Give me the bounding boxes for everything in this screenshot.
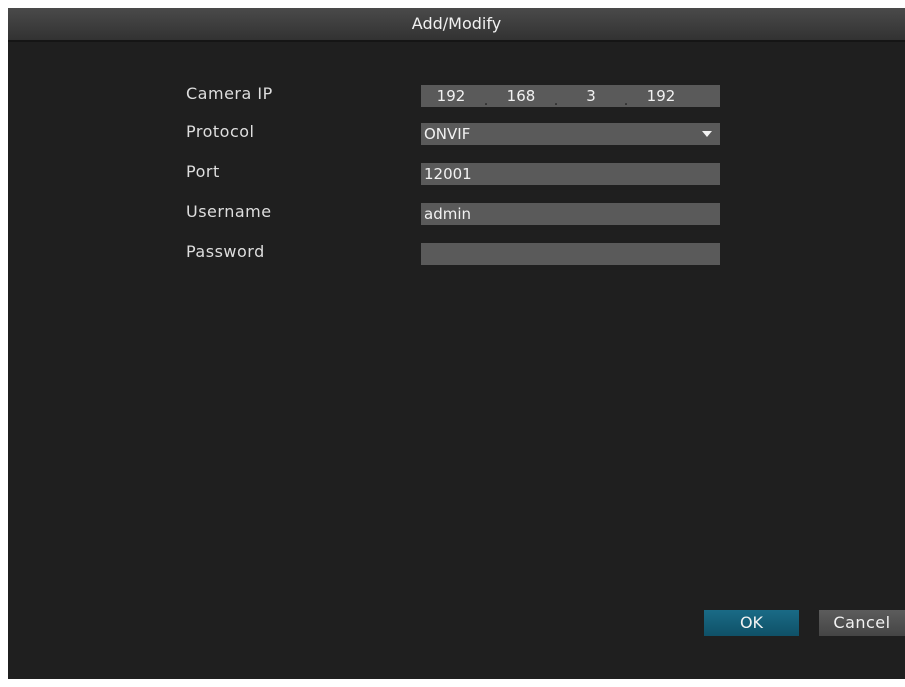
dialog-title: Add/Modify bbox=[8, 8, 905, 42]
password-label: Password bbox=[186, 242, 265, 261]
password-input[interactable] bbox=[421, 243, 720, 265]
chevron-down-icon[interactable] bbox=[698, 123, 716, 145]
protocol-value: ONVIF bbox=[424, 125, 471, 143]
username-input[interactable]: admin bbox=[421, 203, 720, 225]
camera-ip-label: Camera IP bbox=[186, 84, 273, 103]
protocol-select[interactable]: ONVIF bbox=[421, 123, 720, 145]
camera-ip-input[interactable]: 192 . 168 . 3 . 192 bbox=[421, 85, 720, 109]
cancel-button[interactable]: Cancel bbox=[819, 610, 905, 636]
ip-separator: . bbox=[483, 91, 489, 109]
ip-separator: . bbox=[553, 91, 559, 109]
protocol-label: Protocol bbox=[186, 122, 255, 141]
username-label: Username bbox=[186, 202, 272, 221]
add-modify-dialog: Add/Modify Camera IP 192 . 168 . 3 . 192… bbox=[8, 8, 905, 687]
ip-octet-3[interactable]: 3 bbox=[561, 85, 621, 107]
port-label: Port bbox=[186, 162, 220, 181]
ip-octet-1[interactable]: 192 bbox=[421, 85, 481, 107]
ok-button[interactable]: OK bbox=[704, 610, 799, 636]
ip-octet-2[interactable]: 168 bbox=[491, 85, 551, 107]
port-input[interactable]: 12001 bbox=[421, 163, 720, 185]
ip-octet-4[interactable]: 192 bbox=[631, 85, 691, 107]
ip-separator: . bbox=[623, 91, 629, 109]
